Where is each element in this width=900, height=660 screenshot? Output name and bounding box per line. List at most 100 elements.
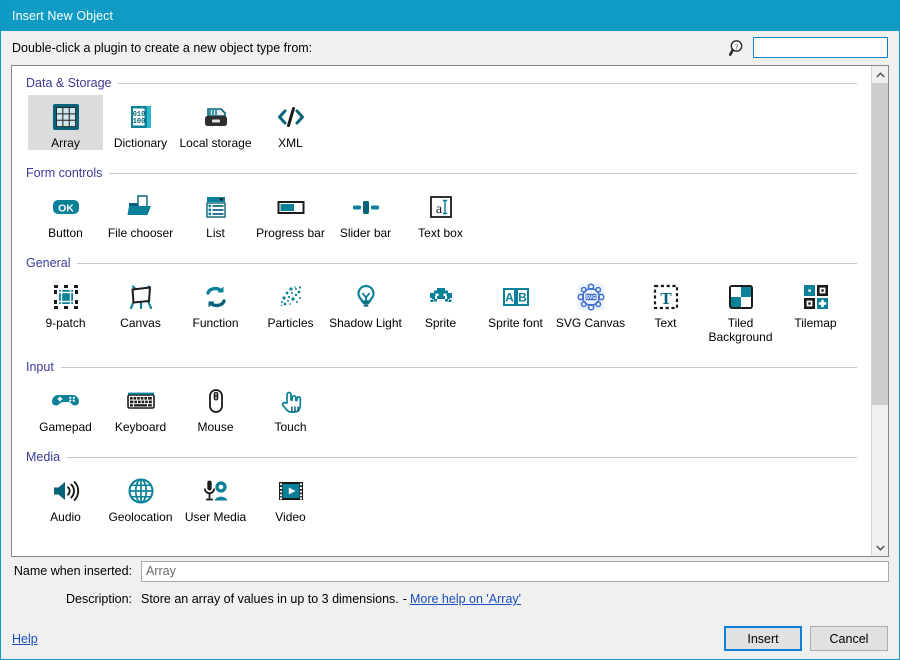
array-grid-icon	[49, 100, 83, 134]
user-media-mic-cam-icon	[199, 474, 233, 508]
cancel-button[interactable]: Cancel	[810, 626, 888, 651]
plugin-item[interactable]: Audio	[28, 469, 103, 524]
dialog-footer: Help Insert Cancel	[0, 617, 900, 660]
plugin-item[interactable]: XML	[253, 95, 328, 150]
search-input[interactable]	[753, 37, 888, 58]
more-help-link[interactable]: More help on 'Array'	[410, 592, 521, 606]
plugin-item-label: Text box	[418, 226, 463, 240]
plugin-item-label: Tilemap	[794, 316, 837, 330]
help-link[interactable]: Help	[12, 632, 38, 646]
slider-bar-icon	[349, 190, 383, 224]
plugin-item-label: Sprite	[424, 316, 457, 330]
plugin-item-label: Canvas	[120, 316, 161, 330]
plugin-item[interactable]: Touch	[253, 379, 328, 434]
plugin-item[interactable]: Particles	[253, 275, 328, 344]
file-chooser-folder-icon	[124, 190, 158, 224]
plugin-item-label: Tiled Background	[708, 316, 773, 344]
plugin-item-label: XML	[278, 136, 303, 150]
plugin-item[interactable]: File chooser	[103, 185, 178, 240]
plugin-item-label: Shadow Light	[329, 316, 402, 330]
plugin-item[interactable]: OK Button	[28, 185, 103, 240]
plugin-item[interactable]: Slider bar	[328, 185, 403, 240]
section-divider	[77, 262, 857, 264]
window-title-bar: Insert New Object	[1, 0, 899, 31]
insert-button[interactable]: Insert	[724, 626, 802, 651]
section-items: OK Button File chooser List Progress bar…	[12, 183, 871, 240]
text-t-icon: T	[649, 280, 683, 314]
plugin-item[interactable]: List	[178, 185, 253, 240]
plugin-item[interactable]: Sprite	[403, 275, 478, 344]
nine-patch-icon	[49, 280, 83, 314]
progress-bar-icon	[274, 190, 308, 224]
plugin-item-label: List	[206, 226, 225, 240]
plugin-item[interactable]: Shadow Light	[328, 275, 403, 344]
plugin-item-label: Function	[192, 316, 239, 330]
keyboard-icon	[124, 384, 158, 418]
local-storage-drive-icon	[199, 100, 233, 134]
vertical-scrollbar[interactable]	[871, 66, 888, 556]
chevron-down-icon[interactable]	[872, 539, 888, 556]
section-header: Media	[12, 447, 871, 467]
plugin-item[interactable]: Array	[28, 95, 103, 150]
plugin-item[interactable]: SVG SVG Canvas	[553, 275, 628, 344]
description-separator: -	[402, 592, 407, 606]
description-label: Description:	[66, 592, 132, 606]
svg-canvas-icon: SVG	[574, 280, 608, 314]
plugin-item-label: Text	[654, 316, 677, 330]
window-title: Insert New Object	[12, 8, 114, 23]
particles-icon	[274, 280, 308, 314]
description-row: Description: Store an array of values in…	[0, 588, 900, 610]
plugin-item[interactable]: Mouse	[178, 379, 253, 434]
name-when-inserted-input[interactable]	[141, 560, 889, 582]
plugin-item-label: Keyboard	[114, 420, 167, 434]
plugin-item[interactable]: Function	[178, 275, 253, 344]
svg-text:a: a	[435, 202, 442, 217]
plugin-item[interactable]: A B Sprite font	[478, 275, 553, 344]
bottom-form: Name when inserted: Description: Store a…	[0, 560, 900, 610]
sprite-invader-icon	[424, 280, 458, 314]
plugin-item[interactable]: User Media	[178, 469, 253, 524]
scrollbar-thumb[interactable]	[872, 83, 888, 405]
plugin-item[interactable]: Gamepad	[28, 379, 103, 434]
svg-text:A: A	[505, 291, 514, 305]
section-header: Form controls	[12, 163, 871, 183]
plugin-item[interactable]: Progress bar	[253, 185, 328, 240]
svg-text:B: B	[518, 291, 527, 305]
plugin-item-label: Geolocation	[108, 510, 173, 524]
mouse-icon	[199, 384, 233, 418]
chevron-up-icon[interactable]	[872, 66, 888, 83]
section-title: Input	[26, 360, 54, 374]
plugin-item-label: Video	[275, 510, 306, 524]
search-area: ?	[728, 37, 888, 58]
plugin-item-label: Dictionary	[113, 136, 168, 150]
scrollbar-track[interactable]	[872, 83, 888, 539]
description-text: Store an array of values in up to 3 dime…	[141, 592, 399, 606]
plugin-item-label: File chooser	[107, 226, 174, 240]
plugin-item[interactable]: Tilemap	[778, 275, 853, 344]
section-title: Form controls	[26, 166, 103, 180]
plugin-item[interactable]: 9-patch	[28, 275, 103, 344]
plugin-item[interactable]: Keyboard	[103, 379, 178, 434]
plugin-item-label: Button	[48, 226, 83, 240]
plugin-item[interactable]: Local storage	[178, 95, 253, 150]
tiled-background-icon	[724, 280, 758, 314]
dictionary-binary-book-icon: 010 100	[124, 100, 158, 134]
shadow-light-bulb-icon	[349, 280, 383, 314]
prompt-text: Double-click a plugin to create a new ob…	[12, 41, 313, 55]
plugin-item[interactable]: Canvas	[103, 275, 178, 344]
plugin-section: Data & Storage Array 010 100 Dictionary …	[12, 73, 871, 156]
plugin-item[interactable]: Geolocation	[103, 469, 178, 524]
tilemap-icon	[799, 280, 833, 314]
plugin-item[interactable]: T Text	[628, 275, 703, 344]
video-film-icon	[274, 474, 308, 508]
audio-speaker-icon	[49, 474, 83, 508]
plugin-item[interactable]: a Text box	[403, 185, 478, 240]
plugin-item[interactable]: Video	[253, 469, 328, 524]
plugin-item-label: Particles	[267, 316, 314, 330]
text-box-icon: a	[424, 190, 458, 224]
plugin-item[interactable]: 010 100 Dictionary	[103, 95, 178, 150]
plugin-item[interactable]: Tiled Background	[703, 275, 778, 344]
section-divider	[118, 82, 857, 84]
section-header: Data & Storage	[12, 73, 871, 93]
